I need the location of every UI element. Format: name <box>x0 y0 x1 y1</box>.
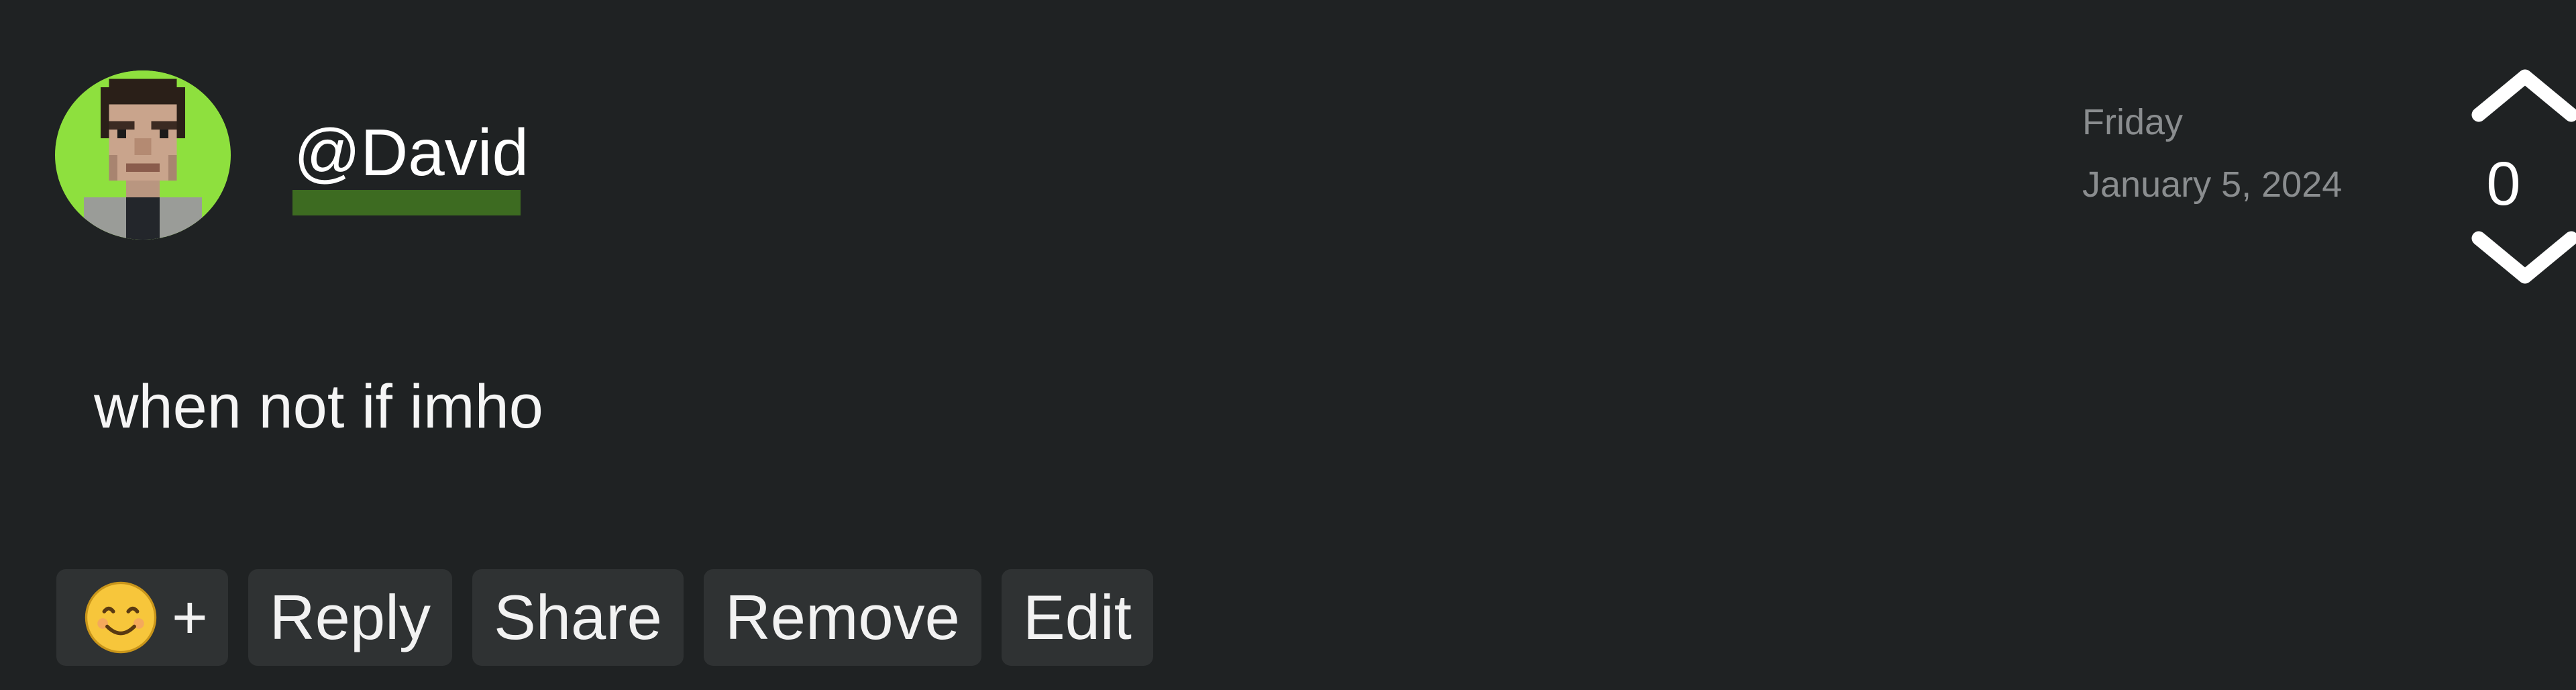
chevron-up-icon <box>2471 69 2576 122</box>
comment-actions: + Reply Share Remove Edit <box>56 569 1153 666</box>
edit-button[interactable]: Edit <box>1001 569 1153 666</box>
add-reaction-button[interactable]: + <box>56 569 228 666</box>
chevron-down-icon <box>2471 231 2576 284</box>
downvote-button[interactable] <box>2463 228 2576 289</box>
share-button[interactable]: Share <box>472 569 684 666</box>
username-highlight <box>292 190 521 215</box>
add-reaction-plus: + <box>172 583 208 652</box>
vote-count: 0 <box>2486 150 2521 218</box>
comment-author-link[interactable]: @David <box>294 119 529 189</box>
comment-card: @David Friday January 5, 2024 0 when not… <box>0 0 2576 690</box>
pixel-portrait-avatar <box>58 70 227 240</box>
smiling-face-emoji-icon <box>85 581 157 654</box>
remove-button[interactable]: Remove <box>703 569 981 666</box>
upvote-button[interactable] <box>2463 64 2576 125</box>
comment-body: when not if imho <box>94 373 543 441</box>
comment-date: January 5, 2024 <box>2082 164 2343 205</box>
avatar[interactable] <box>55 70 231 240</box>
reply-button[interactable]: Reply <box>248 569 453 666</box>
comment-date-day: Friday <box>2082 102 2184 142</box>
